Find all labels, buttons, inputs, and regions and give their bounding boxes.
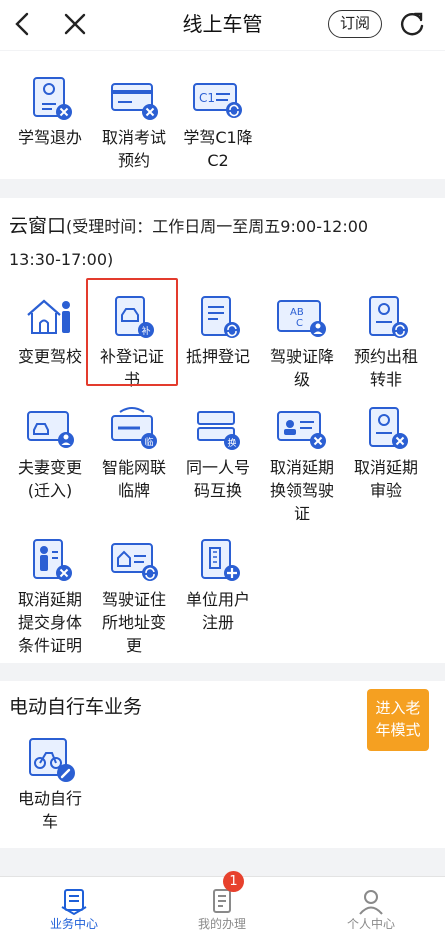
section-title: 云窗口(受理时间：工作日周一至周五9:00-12:00 bbox=[9, 212, 368, 241]
school-building-icon bbox=[27, 299, 70, 334]
svg-text:C: C bbox=[296, 318, 303, 329]
service-cancel-extension-license[interactable]: 取消延期 换领驾驶 证 bbox=[260, 404, 344, 525]
notification-badge: 1 bbox=[223, 871, 244, 892]
service-cancel-extension-health[interactable]: 取消延期 提交身体 条件证明 bbox=[8, 536, 92, 657]
service-ebike[interactable]: 电动自行 车 bbox=[8, 735, 92, 833]
ebike-icon bbox=[29, 738, 75, 782]
service-license-downgrade[interactable]: AB C 驾驶证降 级 bbox=[260, 293, 344, 391]
page-title: 线上车管 bbox=[182, 12, 263, 36]
back-arrow-icon bbox=[15, 12, 29, 36]
service-learner-withdraw[interactable]: 学驾退办 bbox=[8, 74, 92, 149]
tab-personal-center[interactable]: 个人中心 bbox=[297, 877, 445, 934]
tile-label: 单位用户 注册 bbox=[185, 590, 250, 632]
service-plate-swap[interactable]: 换 同一人号 码互换 bbox=[176, 404, 260, 502]
close-icon bbox=[64, 13, 86, 35]
address-change-icon bbox=[111, 543, 158, 581]
tile-label: 取消考试 预约 bbox=[101, 128, 166, 170]
service-smart-temp-plate[interactable]: 临 智能网联 临牌 bbox=[92, 404, 176, 502]
plate-swap-icon: 换 bbox=[197, 411, 240, 450]
spouse-car-icon bbox=[27, 411, 74, 448]
service-spouse-change[interactable]: 夫妻变更 (迁入) bbox=[8, 404, 92, 502]
tab-business-center[interactable]: 业务中心 bbox=[0, 877, 148, 934]
tile-label: 电动自行 车 bbox=[17, 789, 82, 831]
service-hours-note: (受理时间：工作日周一至周五9:00-12:00 bbox=[66, 217, 369, 236]
mortgage-document-icon bbox=[201, 296, 240, 338]
tile-label: 取消延期 换领驾驶 证 bbox=[269, 458, 334, 523]
cancel-exam-icon bbox=[111, 83, 158, 120]
taxi-document-icon bbox=[369, 296, 408, 338]
temp-plate-icon: 临 bbox=[111, 407, 157, 449]
license-card-cancel-icon bbox=[277, 411, 326, 449]
tab-label: 个人中心 bbox=[346, 917, 395, 931]
business-center-icon bbox=[61, 889, 87, 916]
back-button[interactable] bbox=[6, 7, 38, 41]
service-mortgage-registration[interactable]: 抵押登记 bbox=[176, 293, 260, 368]
svg-text:临: 临 bbox=[145, 436, 154, 448]
tile-label: 同一人号 码互换 bbox=[185, 458, 250, 500]
tile-label: 预约出租 转非 bbox=[353, 347, 418, 389]
license-abc-icon: AB C bbox=[277, 300, 326, 337]
learner-withdraw-icon bbox=[33, 77, 72, 120]
service-cancel-extension-inspection[interactable]: 取消延期 审验 bbox=[344, 404, 428, 502]
tile-label: 夫妻变更 (迁入) bbox=[17, 458, 82, 500]
highlight-box bbox=[86, 278, 178, 386]
inspection-cancel-icon bbox=[369, 407, 408, 449]
service-hours-note-2: 13:30-17:00) bbox=[9, 250, 114, 269]
service-company-register[interactable]: 单位用户 注册 bbox=[176, 536, 260, 634]
refresh-button[interactable] bbox=[396, 8, 428, 40]
tile-label: 取消延期 提交身体 条件证明 bbox=[17, 590, 82, 655]
tab-label: 我的办理 bbox=[197, 917, 246, 931]
top-header: 线上车管 订阅 bbox=[0, 0, 445, 50]
close-button[interactable] bbox=[58, 7, 92, 41]
service-address-change[interactable]: 驾驶证住 所地址变 更 bbox=[92, 536, 176, 657]
svg-text:AB: AB bbox=[290, 307, 304, 318]
subscribe-button[interactable]: 订阅 bbox=[328, 10, 382, 38]
person-icon bbox=[359, 890, 383, 915]
tab-label: 业务中心 bbox=[49, 917, 98, 931]
elder-mode-button[interactable]: 进入老 年模式 bbox=[367, 689, 429, 751]
tile-label: 抵押登记 bbox=[185, 347, 250, 366]
service-c1-to-c2[interactable]: C1 学驾C1降 C2 bbox=[176, 74, 260, 172]
cloud-window-title: 云窗口 bbox=[9, 215, 67, 237]
tile-label: 取消延期 审验 bbox=[353, 458, 418, 500]
refresh-icon bbox=[401, 12, 424, 36]
health-document-cancel-icon bbox=[33, 539, 72, 581]
service-taxi-conversion[interactable]: 预约出租 转非 bbox=[344, 293, 428, 391]
tile-label: 智能网联 临牌 bbox=[101, 458, 166, 500]
company-register-icon bbox=[201, 539, 240, 581]
tile-label: 驾驶证住 所地址变 更 bbox=[101, 590, 166, 655]
tab-my-applications[interactable]: 我的办理 bbox=[148, 877, 296, 934]
tile-label: 驾驶证降 级 bbox=[269, 347, 334, 389]
license-downgrade-icon: C1 bbox=[193, 83, 242, 118]
cloud-window-section: 云窗口(受理时间：工作日周一至周五9:00-12:00 13:30-17:00)… bbox=[0, 198, 445, 663]
svg-text:换: 换 bbox=[228, 437, 237, 449]
tile-label: 学驾C1降 C2 bbox=[183, 128, 253, 170]
service-cancel-exam[interactable]: 取消考试 预约 bbox=[92, 74, 176, 172]
service-change-school[interactable]: 变更驾校 bbox=[8, 293, 92, 368]
ebike-section-title: 电动自行车业务 bbox=[9, 696, 143, 718]
tile-label: 变更驾校 bbox=[17, 347, 82, 366]
svg-text:C1: C1 bbox=[199, 91, 215, 105]
tile-label: 学驾退办 bbox=[17, 128, 82, 147]
services-section-top: 学驾退办 取消考试 预约 C1 学驾C1降 C2 bbox=[0, 51, 445, 179]
